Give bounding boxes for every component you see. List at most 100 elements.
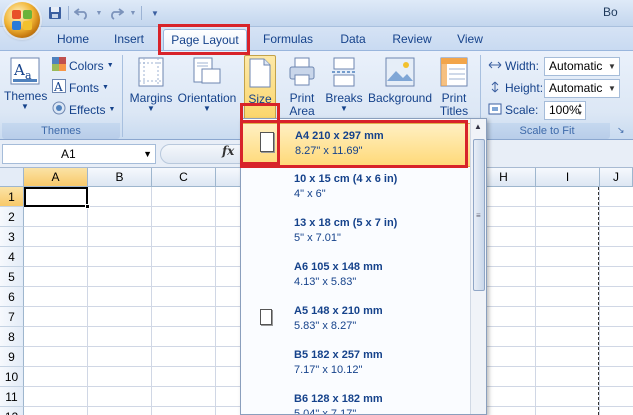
ribbon-tabs: Home Insert Page Layout Formulas Data Re… <box>0 27 633 51</box>
themes-group-label: Themes <box>2 123 120 139</box>
chevron-down-icon: ▼ <box>608 61 616 71</box>
save-icon[interactable] <box>46 4 64 22</box>
select-all-corner[interactable] <box>0 168 24 187</box>
themes-button[interactable]: Aa Themes ▼ <box>4 55 47 121</box>
row-header-6[interactable]: 6 <box>0 287 24 307</box>
undo-icon[interactable] <box>73 4 91 22</box>
tab-insert[interactable]: Insert <box>104 29 154 51</box>
row-header-11[interactable]: 11 <box>0 387 24 407</box>
size-option[interactable]: A4 210 x 297 mm 8.27" x 11.69" <box>241 123 471 167</box>
tab-formulas[interactable]: Formulas <box>255 29 321 51</box>
title-bar: ▼ ▼ ▼ Bo <box>0 0 633 27</box>
row-header-4[interactable]: 4 <box>0 247 24 267</box>
tab-view[interactable]: View <box>448 29 492 51</box>
size-option-name: A4 210 x 297 mm <box>295 130 384 142</box>
print-titles-button[interactable]: Print Titles <box>436 55 472 121</box>
width-combo[interactable]: Automatic ▼ <box>544 56 620 76</box>
column-header-i[interactable]: I <box>536 168 600 187</box>
column-header-c[interactable]: C <box>152 168 216 187</box>
scale-icon <box>488 103 502 118</box>
row-header-8[interactable]: 8 <box>0 327 24 347</box>
row-header-5[interactable]: 5 <box>0 267 24 287</box>
print-area-button[interactable]: Print Area <box>286 55 318 121</box>
size-icon <box>245 58 275 91</box>
active-cell-a1[interactable] <box>24 187 90 209</box>
size-option[interactable]: 13 x 18 cm (5 x 7 in) 5" x 7.01" <box>241 211 471 255</box>
colors-button[interactable]: Colors ▼ <box>52 56 114 75</box>
size-option[interactable]: B6 128 x 182 mm 5.04" x 7.17" <box>241 387 471 414</box>
breaks-button[interactable]: Breaks ▼ <box>324 55 364 121</box>
effects-button[interactable]: Effects ▼ <box>52 101 115 119</box>
size-option-name: B6 128 x 182 mm <box>294 393 383 405</box>
size-option-dimensions: 7.17" x 10.12" <box>294 364 363 376</box>
chevron-down-icon: ▼ <box>21 102 29 111</box>
tab-data[interactable]: Data <box>330 29 376 51</box>
redo-dropdown-icon[interactable]: ▼ <box>129 4 137 22</box>
name-box[interactable]: A1 ▼ <box>2 144 156 164</box>
margins-icon <box>128 57 174 90</box>
tab-page-layout[interactable]: Page Layout <box>163 29 247 51</box>
size-option[interactable]: B5 182 x 257 mm 7.17" x 10.12" <box>241 343 471 387</box>
orientation-icon <box>176 57 238 90</box>
dialog-launcher-icon[interactable]: ↘ <box>617 125 625 136</box>
chevron-down-icon: ▼ <box>340 104 348 113</box>
row-header-10[interactable]: 10 <box>0 367 24 387</box>
background-picture-icon <box>366 57 434 90</box>
row-header-2[interactable]: 2 <box>0 207 24 227</box>
margins-button[interactable]: Margins ▼ <box>128 55 174 121</box>
print-titles-icon <box>436 57 472 90</box>
size-option-dimensions: 8.27" x 11.69" <box>295 145 363 157</box>
tab-home[interactable]: Home <box>47 29 99 51</box>
size-option-dimensions: 4.13" x 5.83" <box>294 276 357 288</box>
qat-separator <box>68 6 69 20</box>
scale-row: Scale: 100% ▲ ▼ <box>488 100 586 120</box>
row-header-3[interactable]: 3 <box>0 227 24 247</box>
page-break-line <box>598 187 599 415</box>
office-button[interactable] <box>4 2 40 38</box>
column-gridline <box>215 187 216 415</box>
breaks-icon <box>324 57 364 90</box>
insert-function-icon[interactable]: fx <box>222 144 234 158</box>
fonts-button[interactable]: A Fonts ▼ <box>52 78 109 97</box>
height-row: Height: Automatic ▼ <box>488 78 620 98</box>
column-header-b[interactable]: B <box>88 168 152 187</box>
column-header-a[interactable]: A <box>24 168 88 187</box>
size-option-name: 10 x 15 cm (4 x 6 in) <box>294 173 398 185</box>
size-option[interactable]: A5 148 x 210 mm 5.83" x 8.27" <box>241 299 471 343</box>
size-button[interactable]: Size <box>244 55 276 121</box>
dropdown-scrollbar[interactable]: ▲ ≡ <box>470 119 486 414</box>
quick-access-toolbar: ▼ ▼ ▼ <box>46 4 164 22</box>
effects-icon <box>52 101 66 120</box>
redo-icon[interactable] <box>107 4 125 22</box>
orientation-button[interactable]: Orientation ▼ <box>176 55 238 121</box>
chevron-down-icon: ▼ <box>108 106 116 113</box>
office-logo-icon <box>12 10 32 30</box>
background-button[interactable]: Background <box>366 55 434 121</box>
row-header-9[interactable]: 9 <box>0 347 24 367</box>
tab-review[interactable]: Review <box>384 29 440 51</box>
size-option-name: B5 182 x 257 mm <box>294 349 383 361</box>
row-header-7[interactable]: 7 <box>0 307 24 327</box>
page-icon <box>260 132 274 152</box>
undo-dropdown-icon[interactable]: ▼ <box>95 4 103 22</box>
scale-input[interactable]: 100% ▲ ▼ <box>544 100 586 120</box>
size-option[interactable]: 10 x 15 cm (4 x 6 in) 4" x 6" <box>241 167 471 211</box>
width-row: Width: Automatic ▼ <box>488 56 620 76</box>
chevron-down-icon: ▼ <box>147 104 155 113</box>
row-header-1[interactable]: 1 <box>0 187 24 207</box>
fill-handle[interactable] <box>85 204 90 209</box>
size-option-name: A5 148 x 210 mm <box>294 305 383 317</box>
formula-bar-controls <box>160 144 250 164</box>
column-header-j[interactable]: J <box>600 168 633 187</box>
grip-icon: ≡ <box>476 211 481 220</box>
page-icon <box>260 309 272 325</box>
spinner-icon[interactable]: ▲ ▼ <box>575 102 585 119</box>
group-separator <box>122 55 123 137</box>
chevron-down-icon[interactable]: ▼ <box>143 145 152 163</box>
scroll-up-icon[interactable]: ▲ <box>474 122 482 131</box>
size-option-dimensions: 5" x 7.01" <box>294 232 341 244</box>
row-header-12[interactable]: 12 <box>0 407 24 415</box>
customize-icon[interactable]: ▼ <box>146 4 164 22</box>
height-combo[interactable]: Automatic ▼ <box>544 78 620 98</box>
size-option[interactable]: A6 105 x 148 mm 4.13" x 5.83" <box>241 255 471 299</box>
